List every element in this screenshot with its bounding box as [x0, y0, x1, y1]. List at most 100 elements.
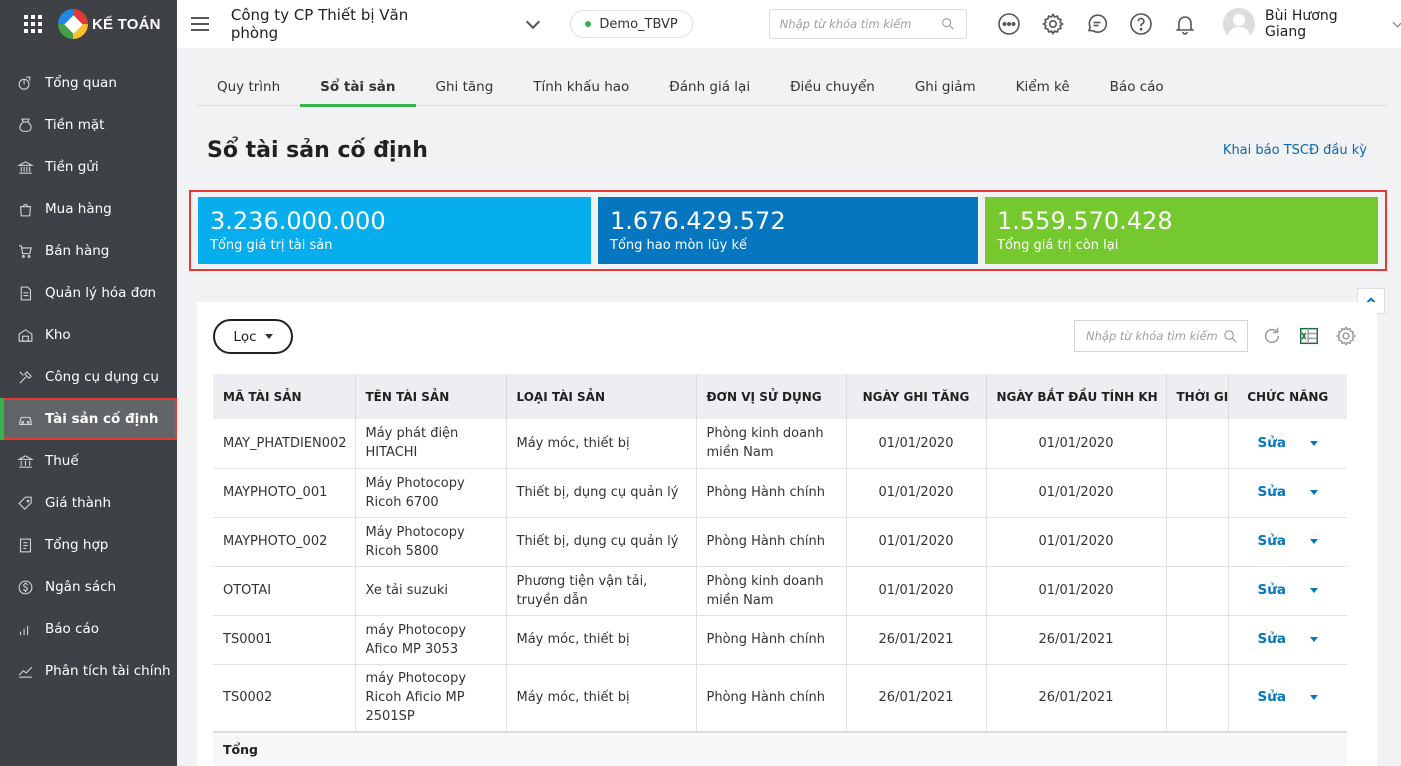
tab-3[interactable]: Tính khấu hao	[513, 68, 649, 106]
sidebar-item-shopping-bag[interactable]: Mua hàng	[0, 188, 177, 230]
sidebar-item-bar-chart[interactable]: Báo cáo	[0, 608, 177, 650]
filter-button[interactable]: Lọc	[213, 319, 293, 354]
more-options-icon[interactable]	[997, 12, 1021, 36]
refresh-icon[interactable]	[1260, 324, 1284, 348]
edit-button[interactable]: Sửa	[1258, 483, 1286, 502]
table-row[interactable]: MAYPHOTO_001 Máy Photocopy Ricoh 6700 Thiế…	[213, 468, 1347, 518]
sidebar-item-cash-bag[interactable]: Tiền mặt	[0, 104, 177, 146]
accumulated-depreciation-label: Tổng hao mòn lũy kế	[610, 238, 748, 253]
sidebar-item-warehouse[interactable]: Kho	[0, 314, 177, 356]
chevron-down-icon[interactable]	[526, 14, 541, 29]
sidebar-item-dashboard[interactable]: Tổng quan	[0, 62, 177, 104]
edit-button[interactable]: Sửa	[1258, 630, 1286, 649]
col-header-type[interactable]: LOẠI TÀI SẢN	[506, 374, 697, 419]
col-header-code[interactable]: MÃ TÀI SẢN	[213, 374, 356, 419]
table-row[interactable]: OTOTAI Xe tải suzuki Phương tiện vận tải, …	[213, 566, 1347, 616]
table-row[interactable]: MAY_PHATDIEN002 Máy phát điện HITACHI Máy …	[213, 419, 1347, 469]
tab-5[interactable]: Điều chuyển	[770, 68, 895, 106]
accumulated-depreciation-value: 1.676.429.572	[610, 207, 786, 235]
sidebar-item-label: Thuế	[45, 453, 79, 469]
invoice-icon	[16, 284, 34, 302]
sidebar-item-cart[interactable]: Bán hàng	[0, 230, 177, 272]
remaining-value-label: Tổng giá trị còn lại	[997, 238, 1119, 253]
cell-code: TS0002	[213, 664, 356, 733]
global-search-input[interactable]: Nhập từ khóa tìm kiếm	[768, 9, 968, 39]
ledger-icon	[16, 536, 34, 554]
sidebar: KẾ TOÁN Tổng quan Tiền mặt Tiền gửi Mua hàn…	[0, 0, 177, 766]
table-row[interactable]: TS0002 máy Photocopy Ricoh Aficio MP 2501…	[213, 664, 1347, 733]
cell-name: Máy Photocopy Ricoh 5800	[355, 517, 507, 567]
table-row[interactable]: TS0001 máy Photocopy Afico MP 3053 Máy móc…	[213, 615, 1347, 665]
declare-opening-assets-link[interactable]: Khai báo TSCĐ đầu kỳ	[1223, 143, 1367, 158]
col-header-unit[interactable]: ĐƠN VỊ SỬ DỤNG	[696, 374, 847, 419]
cell-increase-date: 01/01/2020	[846, 566, 987, 616]
database-selector[interactable]: Demo_TBVP	[570, 10, 693, 38]
cell-duration	[1166, 517, 1229, 567]
table-settings-gear-icon[interactable]	[1334, 324, 1358, 348]
sidebar-item-label: Mua hàng	[45, 201, 112, 217]
tab-6[interactable]: Ghi giảm	[895, 68, 996, 106]
total-label: Tổng	[213, 731, 1347, 766]
more-actions-caret-icon[interactable]	[1309, 695, 1318, 701]
sidebar-item-label: Phân tích tài chính	[45, 663, 171, 679]
edit-button[interactable]: Sửa	[1258, 434, 1286, 453]
sidebar-item-label: Công cụ dụng cụ	[45, 369, 159, 385]
excel-export-icon[interactable]	[1297, 324, 1321, 348]
company-name[interactable]: Công ty CP Thiết bị Văn phòng	[231, 6, 459, 42]
edit-button[interactable]: Sửa	[1258, 581, 1286, 600]
trend-icon	[16, 662, 34, 680]
cell-name: máy Photocopy Afico MP 3053	[355, 615, 507, 665]
cell-increase-date: 01/01/2020	[846, 517, 987, 567]
cell-actions: Sửa	[1228, 419, 1347, 469]
help-icon[interactable]	[1129, 12, 1153, 36]
cell-duration	[1166, 468, 1229, 518]
sidebar-item-label: Tổng hợp	[45, 537, 109, 553]
cell-unit: Phòng Hành chính	[696, 664, 847, 733]
table-row[interactable]: MAYPHOTO_002 Máy Photocopy Ricoh 5800 Thiế…	[213, 517, 1347, 567]
user-menu[interactable]: Bùi Hương Giang	[1223, 8, 1401, 40]
sidebar-item-tools[interactable]: Công cụ dụng cụ	[0, 356, 177, 398]
tab-2[interactable]: Ghi tăng	[416, 68, 514, 106]
table-search-input[interactable]: Nhập từ khóa tìm kiếm	[1074, 320, 1248, 352]
edit-button[interactable]: Sửa	[1258, 532, 1286, 551]
sidebar-item-tax[interactable]: Thuế	[0, 440, 177, 482]
more-actions-caret-icon[interactable]	[1309, 440, 1318, 446]
sidebar-item-trend[interactable]: Phân tích tài chính	[0, 650, 177, 692]
settings-gear-icon[interactable]	[1041, 12, 1065, 36]
col-header-duration[interactable]: THỜI GIAN	[1166, 374, 1229, 419]
tab-8[interactable]: Báo cáo	[1090, 68, 1184, 106]
sidebar-item-ledger[interactable]: Tổng hợp	[0, 524, 177, 566]
edit-button[interactable]: Sửa	[1258, 688, 1286, 707]
more-actions-caret-icon[interactable]	[1309, 539, 1318, 544]
cell-code: OTOTAI	[213, 566, 356, 616]
tab-1[interactable]: Sổ tài sản	[300, 68, 416, 107]
more-actions-caret-icon[interactable]	[1309, 637, 1318, 642]
cell-actions: Sửa	[1228, 517, 1347, 567]
tab-7[interactable]: Kiểm kê	[996, 68, 1090, 106]
cell-type: Thiết bị, dụng cụ quản lý	[506, 517, 697, 567]
bank-icon	[16, 158, 34, 176]
sidebar-item-budget[interactable]: Ngân sách	[0, 566, 177, 608]
tab-0[interactable]: Quy trình	[197, 68, 300, 106]
app-grid-icon[interactable]	[24, 15, 42, 33]
col-header-increase-date[interactable]: NGÀY GHI TĂNG	[846, 374, 987, 419]
menu-toggle-icon[interactable]	[191, 17, 209, 31]
tab-4[interactable]: Đánh giá lại	[649, 68, 770, 106]
cell-code: TS0001	[213, 615, 356, 665]
col-header-name[interactable]: TÊN TÀI SẢN	[355, 374, 507, 419]
dashboard-icon	[16, 74, 34, 92]
cell-unit: Phòng Hành chính	[696, 468, 847, 518]
sidebar-item-bank[interactable]: Tiền gửi	[0, 146, 177, 188]
sidebar-item-price-tag[interactable]: Giá thành	[0, 482, 177, 524]
tax-icon	[16, 452, 34, 470]
more-actions-caret-icon[interactable]	[1309, 588, 1318, 593]
chat-icon[interactable]	[1085, 12, 1109, 36]
col-header-depreciation-start[interactable]: NGÀY BẮT ĐẦU TÍNH KH	[986, 374, 1167, 419]
sidebar-item-car[interactable]: Tài sản cố định	[0, 398, 177, 440]
notification-bell-icon[interactable]	[1173, 12, 1197, 36]
remaining-value-card: 1.559.570.428 Tổng giá trị còn lại	[985, 197, 1378, 264]
more-actions-caret-icon[interactable]	[1309, 490, 1318, 495]
sidebar-item-invoice[interactable]: Quản lý hóa đơn	[0, 272, 177, 314]
cell-name: Xe tải suzuki	[355, 566, 507, 616]
cell-type: Phương tiện vận tải, truyền dẫn	[506, 566, 697, 616]
